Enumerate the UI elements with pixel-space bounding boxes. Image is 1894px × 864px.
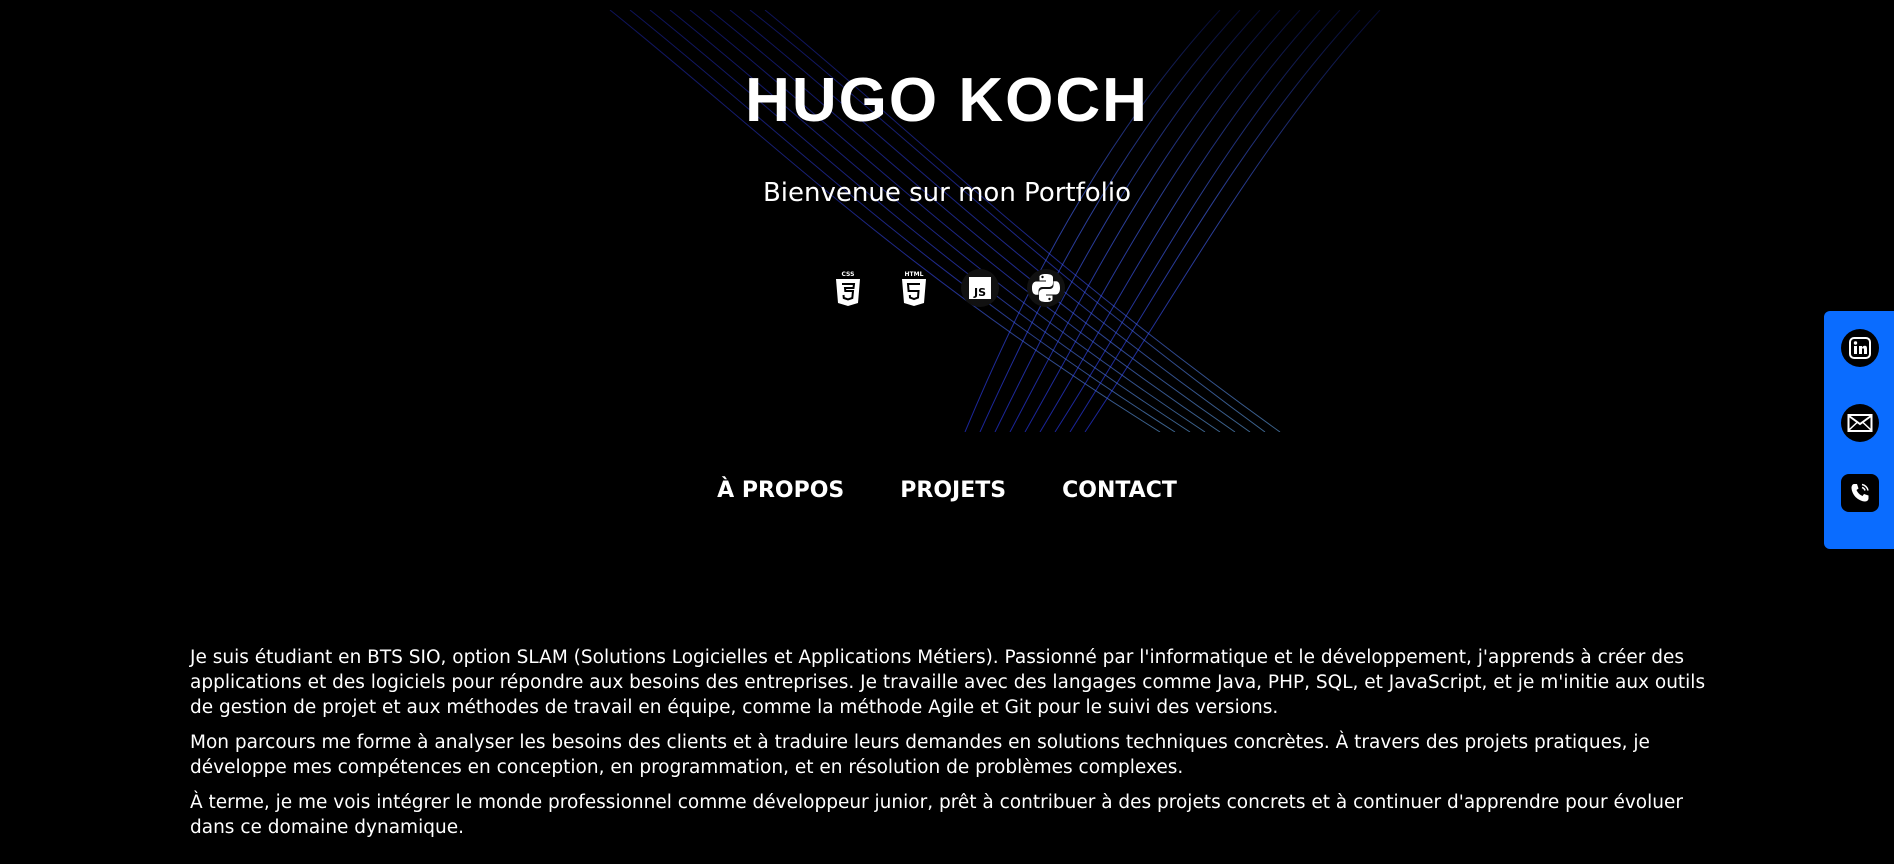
linkedin-icon bbox=[1849, 337, 1871, 359]
page-title: HUGO KOCH bbox=[745, 66, 1149, 135]
about-paragraph: À terme, je me vois intégrer le monde pr… bbox=[190, 792, 1683, 838]
javascript-icon: JS bbox=[960, 268, 1000, 308]
email-button[interactable] bbox=[1841, 404, 1879, 442]
main-nav: À PROPOS PROJETS CONTACT bbox=[0, 478, 1894, 503]
svg-text:CSS: CSS bbox=[842, 271, 855, 278]
mail-icon bbox=[1847, 414, 1873, 432]
about-paragraph: Mon parcours me forme à analyser les bes… bbox=[190, 732, 1650, 778]
python-icon bbox=[1026, 268, 1066, 308]
nav-link-about[interactable]: À PROPOS bbox=[717, 478, 844, 503]
tech-icons-row: CSS HTML JS bbox=[0, 268, 1894, 308]
phone-button[interactable] bbox=[1841, 474, 1879, 512]
about-section: Je suis étudiant en BTS SIO, option SLAM… bbox=[190, 645, 1710, 850]
social-sidebar bbox=[1824, 311, 1894, 549]
portfolio-page: HUGO KOCH Bienvenue sur mon Portfolio CS… bbox=[0, 0, 1894, 864]
svg-text:HTML: HTML bbox=[905, 271, 924, 278]
nav-link-contact[interactable]: CONTACT bbox=[1062, 478, 1177, 503]
page-subtitle: Bienvenue sur mon Portfolio bbox=[762, 178, 1132, 208]
html5-icon: HTML bbox=[894, 268, 934, 308]
nav-link-projects[interactable]: PROJETS bbox=[900, 478, 1006, 503]
about-paragraph: Je suis étudiant en BTS SIO, option SLAM… bbox=[190, 647, 1706, 718]
linkedin-button[interactable] bbox=[1841, 329, 1879, 367]
phone-icon bbox=[1851, 483, 1869, 502]
svg-text:JS: JS bbox=[973, 286, 986, 299]
css3-icon: CSS bbox=[828, 268, 868, 308]
hero-section: HUGO KOCH Bienvenue sur mon Portfolio CS… bbox=[0, 0, 1894, 432]
